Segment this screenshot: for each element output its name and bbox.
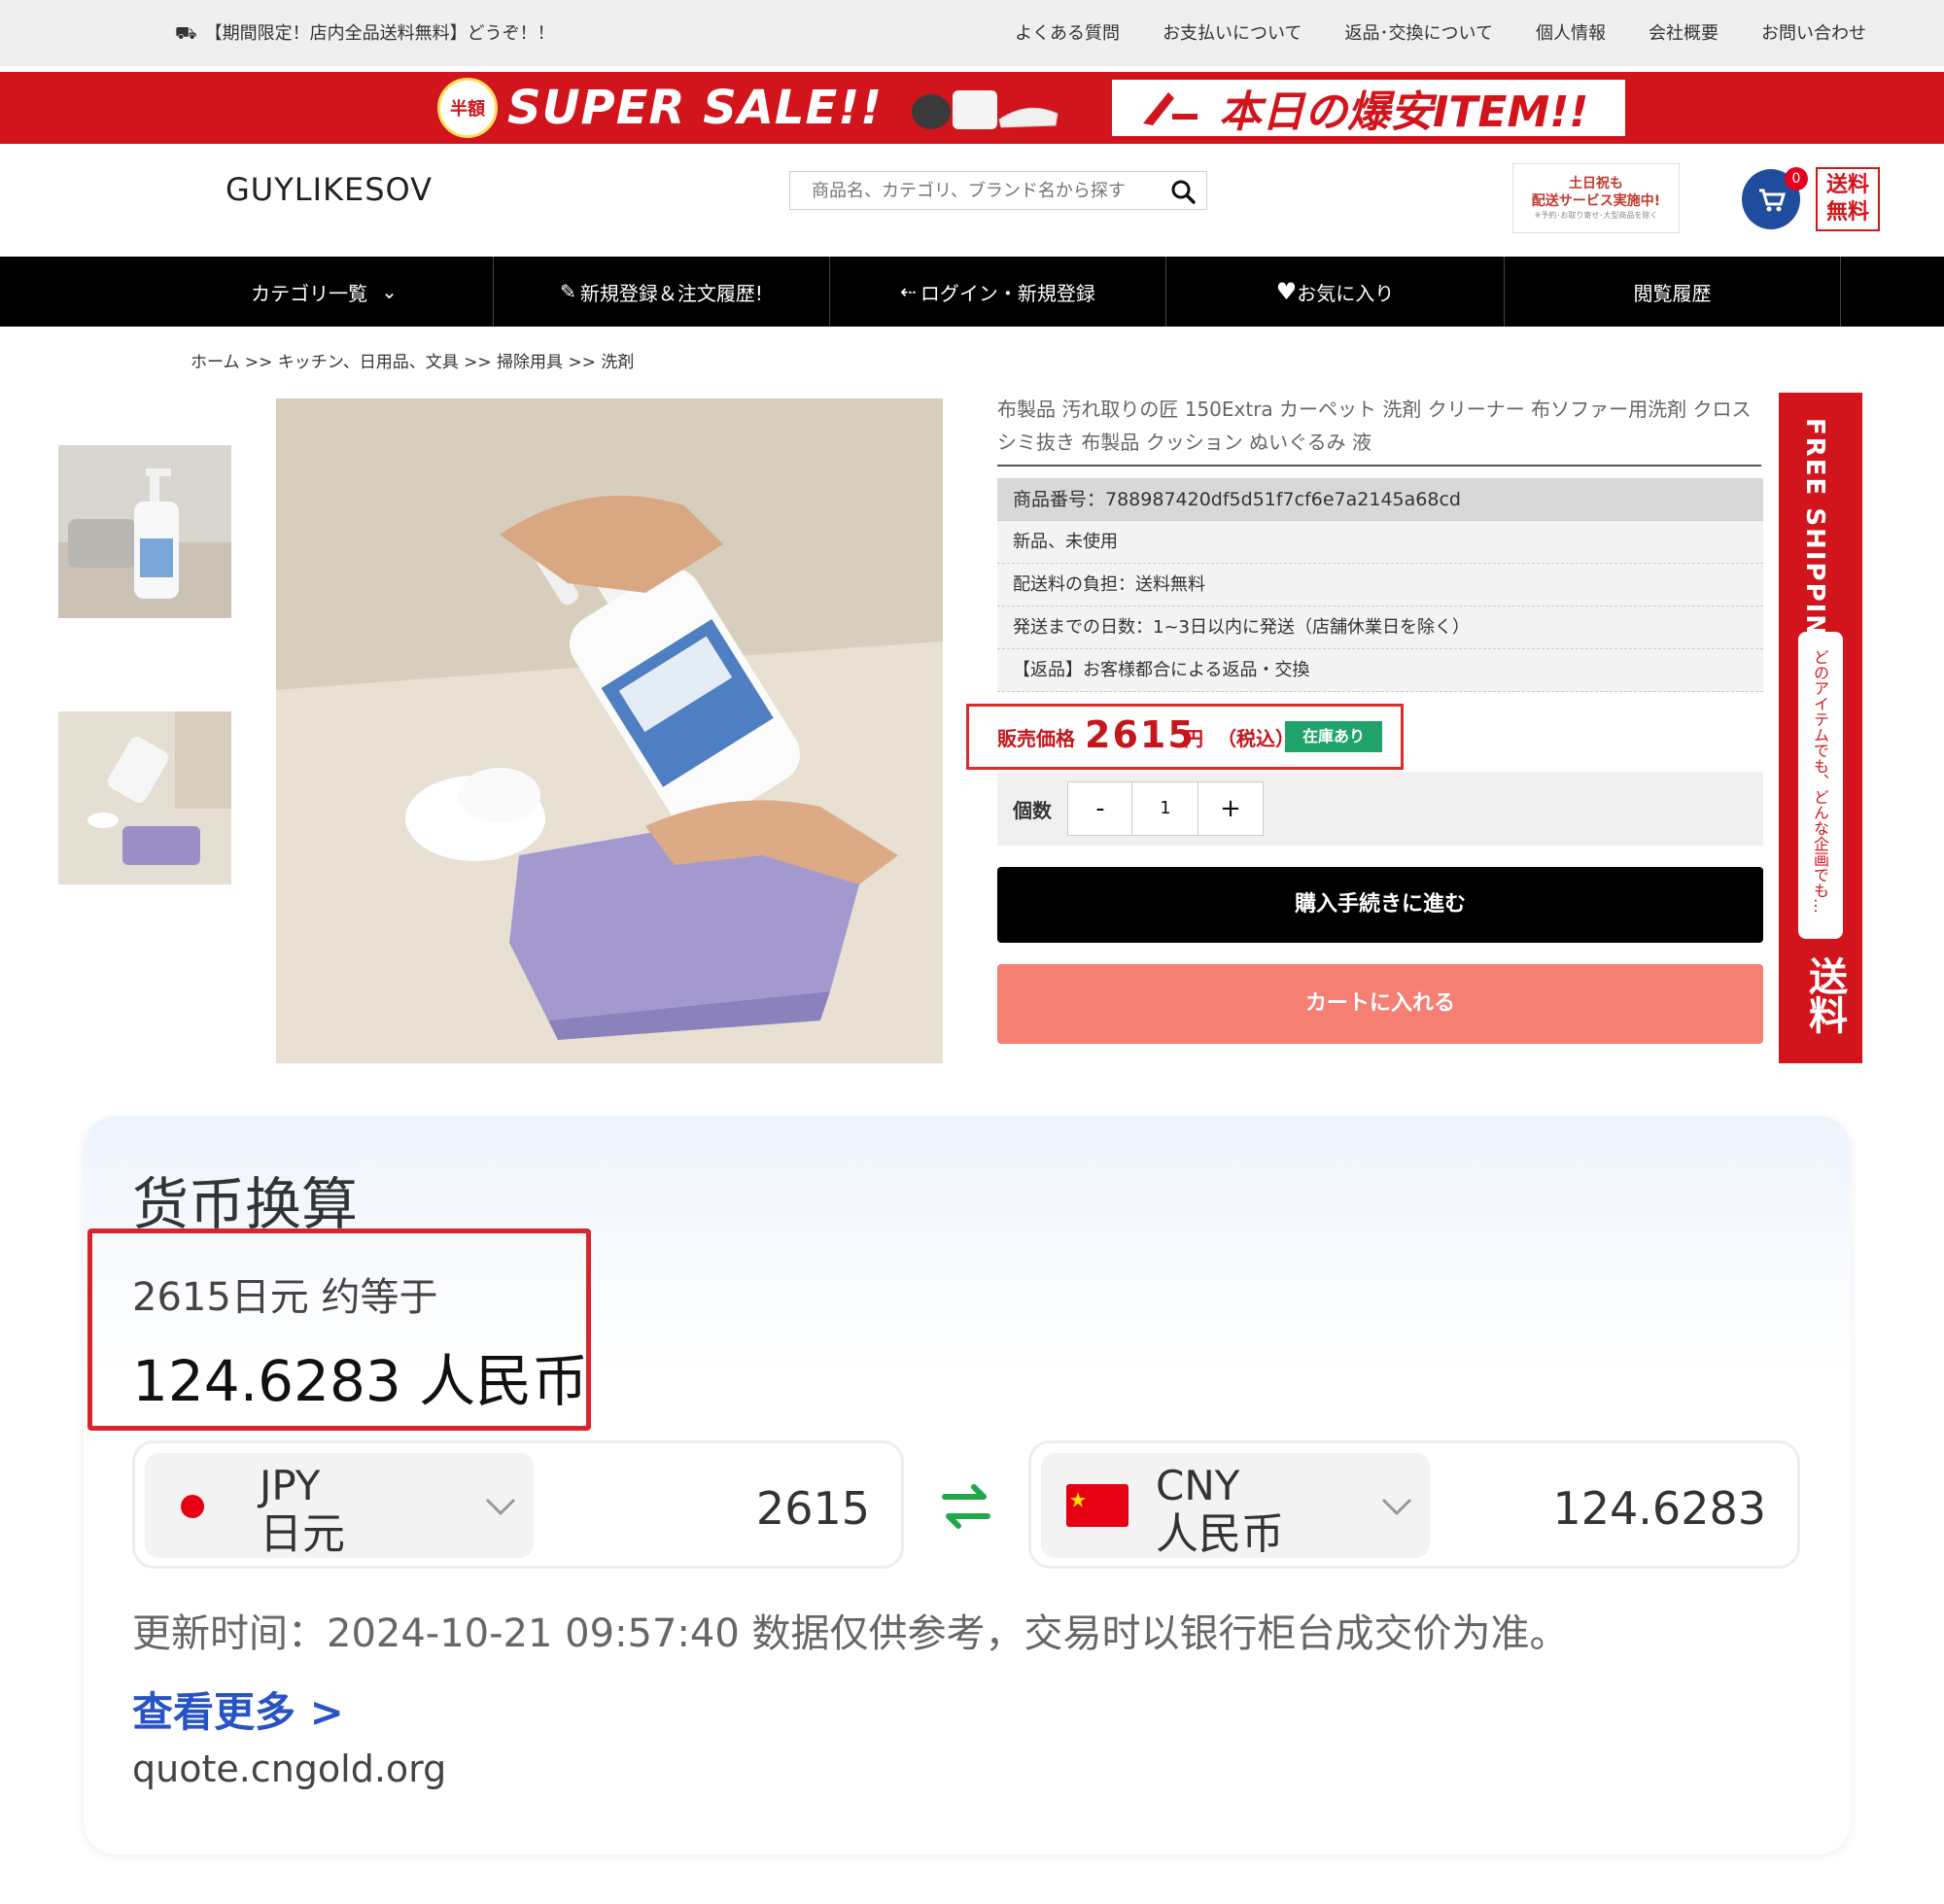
quantity-input[interactable]: 1 bbox=[1131, 781, 1199, 836]
free-shipping-badge: 送料無料 bbox=[1816, 167, 1880, 231]
spec-item-number: 商品番号：788987420df5d51f7cf6e7a2145a68cd bbox=[997, 478, 1763, 521]
spec-condition: 新品、未使用 bbox=[997, 521, 1763, 564]
top-link-contact[interactable]: お問い合わせ bbox=[1761, 19, 1866, 45]
nav-register-history[interactable]: ✎ 新規登録＆注文履歴! bbox=[494, 257, 830, 327]
product-title: 布製品 汚れ取りの匠 150Extra カーペット 洗剤 クリーナー 布ソファー… bbox=[997, 398, 1752, 454]
quantity-decrease-button[interactable]: - bbox=[1067, 781, 1133, 836]
nav-history-label: 閲覧履歴 bbox=[1633, 281, 1712, 305]
nav-login[interactable]: ⇠ ログイン・新規登録 bbox=[830, 257, 1166, 327]
nav-history[interactable]: 閲覧履歴 bbox=[1505, 257, 1841, 327]
from-currency-code: JPY bbox=[260, 1462, 321, 1509]
promo-text: ⛟ 【期間限定！店内全品送料無料】どうぞ！！ bbox=[175, 19, 555, 47]
login-icon: ⇠ bbox=[900, 280, 917, 303]
sale-banner[interactable]: 半額 SUPER SALE!! 本日の爆安ITEM!! bbox=[0, 72, 1944, 144]
side-message-text: どのアイテムでも、どんな企画でも… bbox=[1811, 649, 1829, 914]
conversion-source-text: 2615日元 约等于 bbox=[132, 1275, 438, 1320]
super-sale-block: 半額 SUPER SALE!! bbox=[437, 78, 1067, 138]
to-currency-box: CNY 人民币 124.6283 bbox=[1028, 1440, 1800, 1569]
view-more-link[interactable]: 查看更多 > bbox=[132, 1679, 344, 1739]
product-thumbnail-2[interactable] bbox=[58, 711, 231, 884]
thumbnail-bottle-image bbox=[58, 445, 231, 618]
spec-shipping-fee: 配送料の負担：送料無料 bbox=[997, 564, 1763, 606]
side-message-box: どのアイテムでも、どんな企画でも… bbox=[1798, 632, 1843, 939]
product-thumbnail-1[interactable] bbox=[58, 445, 231, 618]
swap-icon[interactable] bbox=[939, 1477, 993, 1536]
top-link-returns[interactable]: 返品･交換について bbox=[1345, 19, 1493, 45]
edit-icon: ✎ bbox=[560, 280, 576, 303]
today-item-text: 本日の爆安ITEM!! bbox=[1219, 87, 1589, 137]
main-nav: カテゴリ一覧 ⌄ ✎ 新規登録＆注文履歴! ⇠ ログイン・新規登録 ♥ お気に入り 閲… bbox=[0, 257, 1944, 327]
to-currency-name: 人民币 bbox=[1156, 1509, 1284, 1559]
add-to-cart-button[interactable]: カートに入れる bbox=[997, 964, 1763, 1044]
price-value: 2615 bbox=[1085, 713, 1196, 756]
top-link-payment[interactable]: お支払いについて bbox=[1163, 19, 1302, 45]
source-url[interactable]: quote.cngold.org bbox=[132, 1748, 446, 1790]
spec-shipping-days: 発送までの日数：1~3日以内に発送（店舗休業日を除く） bbox=[997, 606, 1763, 649]
today-item-block: 本日の爆安ITEM!! bbox=[1112, 80, 1625, 137]
breadcrumb[interactable]: ホーム >> キッチン、日用品、文具 >> 掃除用具 >> 洗剤 bbox=[191, 348, 634, 372]
japan-flag-icon bbox=[181, 1495, 204, 1518]
side-shipping-text: 送料 bbox=[1802, 956, 1847, 1034]
heart-icon: ♥ bbox=[1275, 278, 1298, 305]
super-sale-text: SUPER SALE!! bbox=[507, 81, 884, 135]
to-currency-code: CNY bbox=[1156, 1462, 1240, 1509]
to-amount-value[interactable]: 124.6283 bbox=[1553, 1482, 1767, 1535]
product-photo bbox=[276, 398, 943, 1063]
to-currency-select[interactable]: CNY 人民币 bbox=[1041, 1453, 1430, 1558]
top-link-privacy[interactable]: 個人情報 bbox=[1536, 19, 1606, 45]
search-input[interactable] bbox=[810, 172, 1173, 209]
cart-count-badge: 0 bbox=[1785, 167, 1808, 190]
spec-returns: 【返品】お客様都合による返品・交換 bbox=[997, 649, 1763, 692]
search-box bbox=[789, 171, 1207, 210]
side-free-shipping-text: FREE SHIPPING bbox=[1800, 418, 1829, 661]
checkout-button[interactable]: 購入手続きに進む bbox=[997, 867, 1763, 943]
from-currency-select[interactable]: JPY 日元 bbox=[145, 1453, 534, 1558]
weekend-line3: ※予約･お取り寄せ･大型商品を除く bbox=[1534, 211, 1658, 220]
from-amount-input[interactable]: 2615 bbox=[756, 1482, 870, 1535]
stock-badge: 在庫あり bbox=[1285, 721, 1382, 752]
top-link-faq[interactable]: よくある質問 bbox=[1015, 19, 1120, 45]
sale-products-image bbox=[912, 90, 1059, 129]
search-icon[interactable] bbox=[1169, 178, 1197, 205]
promo-label: 【期間限定！店内全品送料無料】どうぞ！！ bbox=[204, 23, 555, 44]
china-flag-icon bbox=[1066, 1484, 1128, 1527]
nav-favorites-label: お気に入り bbox=[1297, 281, 1395, 305]
title-divider bbox=[997, 465, 1761, 467]
price-unit: 円 bbox=[1184, 727, 1203, 750]
megaphone-icon bbox=[1143, 92, 1198, 125]
nav-category-list[interactable]: カテゴリ一覧 ⌄ bbox=[156, 257, 494, 327]
chevron-down-icon bbox=[485, 1498, 516, 1516]
product-main-image[interactable] bbox=[276, 398, 943, 1063]
from-currency-name: 日元 bbox=[260, 1509, 345, 1559]
chevron-down-icon bbox=[1381, 1498, 1412, 1516]
chevron-down-icon: ⌄ bbox=[381, 280, 398, 303]
conversion-result-text: 124.6283 人民币 bbox=[132, 1348, 589, 1414]
truck-icon: ⛟ bbox=[175, 23, 197, 44]
price-label: 販売価格 bbox=[997, 727, 1075, 750]
thumbnail-cleaning-image bbox=[58, 711, 231, 884]
weekend-line1: 土日祝も bbox=[1569, 176, 1623, 191]
free-shipping-side-banner[interactable]: FREE SHIPPING どのアイテムでも、どんな企画でも… 送料 bbox=[1779, 393, 1862, 1063]
quantity-increase-button[interactable]: + bbox=[1198, 781, 1264, 836]
half-price-badge: 半額 bbox=[437, 78, 498, 138]
quantity-label: 個数 bbox=[1013, 799, 1052, 822]
update-time-note: 更新时间：2024-10-21 09:57:40 数据仅供参考，交易时以银行柜台… bbox=[132, 1611, 1569, 1656]
price-tax-note: （税込） bbox=[1217, 727, 1295, 750]
nav-favorites[interactable]: ♥ お気に入り bbox=[1166, 257, 1505, 327]
nav-category-label: カテゴリ一覧 bbox=[251, 281, 368, 305]
site-logo[interactable]: GUYLIKESOV bbox=[226, 171, 433, 208]
weekend-line2: 配送サービス実施中! bbox=[1531, 193, 1661, 209]
nav-register-label: 新規登録＆注文履歴! bbox=[579, 281, 763, 305]
nav-login-label: ログイン・新規登録 bbox=[920, 281, 1095, 305]
from-currency-box: JPY 日元 2615 bbox=[132, 1440, 904, 1569]
top-link-company[interactable]: 会社概要 bbox=[1649, 19, 1718, 45]
weekend-delivery-badge: 土日祝も 配送サービス実施中! ※予約･お取り寄せ･大型商品を除く bbox=[1512, 163, 1680, 233]
top-links: よくある質問 お支払いについて 返品･交換について 個人情報 会社概要 お問い合… bbox=[1015, 19, 1866, 45]
